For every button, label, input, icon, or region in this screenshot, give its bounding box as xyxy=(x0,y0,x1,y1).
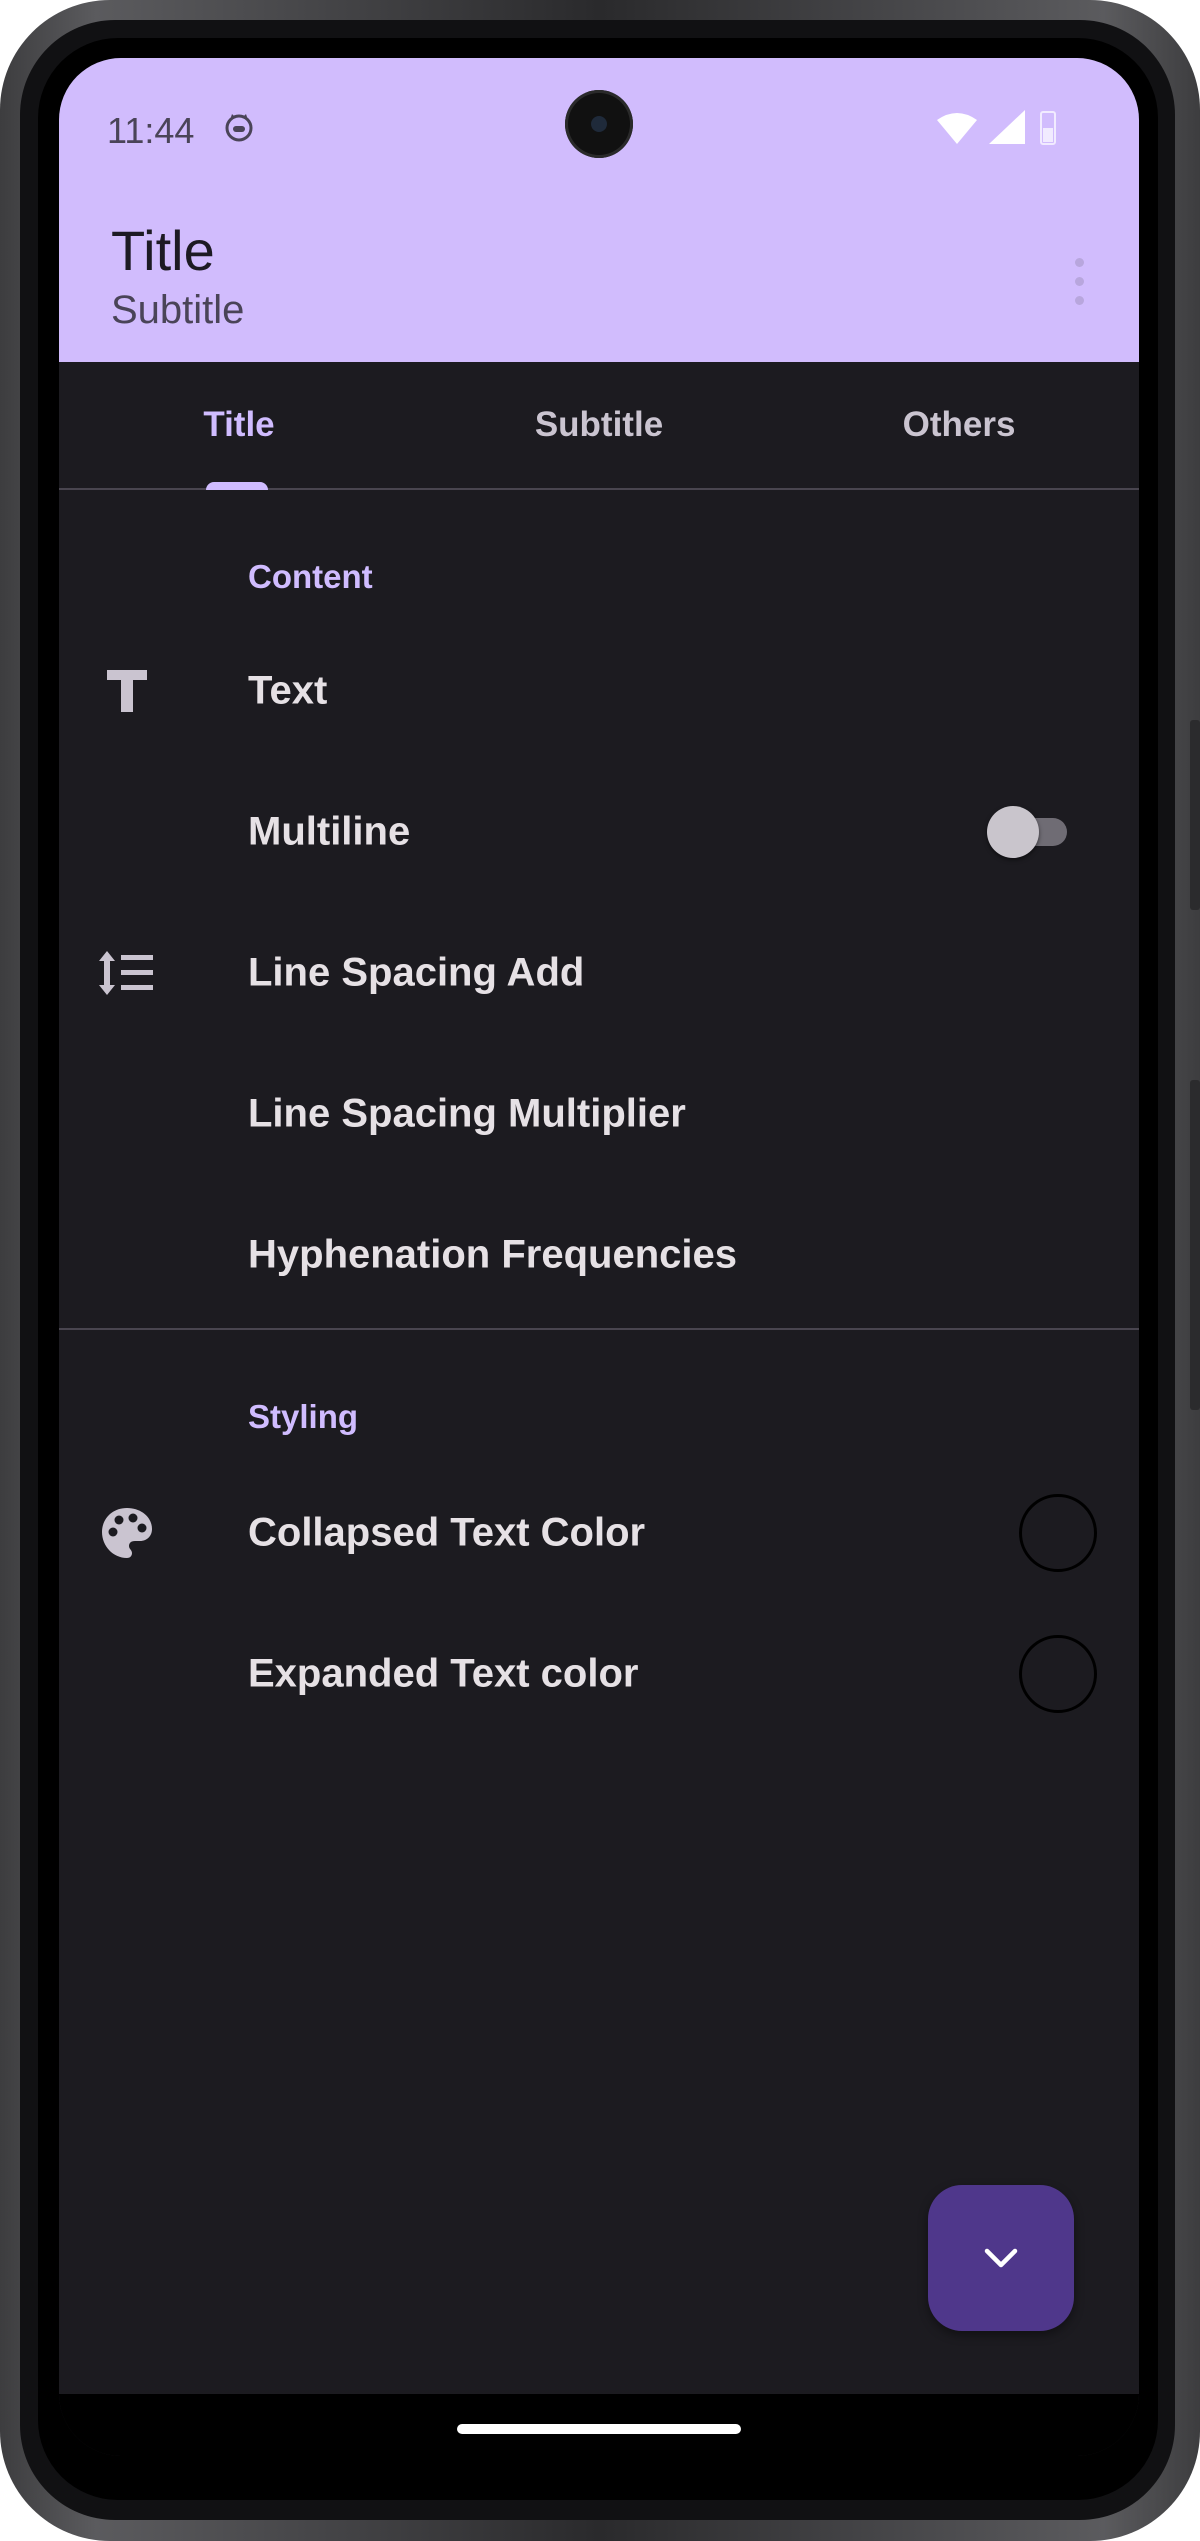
tab-others[interactable]: Others xyxy=(779,362,1139,488)
collapsed-color-swatch[interactable] xyxy=(1019,1494,1097,1572)
tab-subtitle[interactable]: Subtitle xyxy=(419,362,779,488)
expand-fab[interactable] xyxy=(928,2185,1074,2331)
wifi-icon xyxy=(937,113,977,144)
list-item-label: Line Spacing Multiplier xyxy=(248,1091,686,1136)
device-frame: 11:44 Title Subtitle Title Subtitle Othe… xyxy=(0,0,1200,2541)
expanded-color-swatch[interactable] xyxy=(1019,1635,1097,1713)
list-item-collapsed-text-color[interactable]: Collapsed Text Color xyxy=(59,1463,1139,1603)
palette-icon xyxy=(99,1505,155,1561)
list-item-text[interactable]: Text xyxy=(59,621,1139,761)
section-divider xyxy=(59,1328,1139,1330)
list-item-label: Text xyxy=(248,668,328,713)
section-header-content: Content xyxy=(248,558,373,595)
notification-cat-icon xyxy=(225,114,253,142)
cell-signal-icon xyxy=(989,110,1025,144)
tab-bar: Title Subtitle Others xyxy=(59,362,1139,490)
line-spacing-icon xyxy=(99,945,155,1001)
app-bar-title: Title xyxy=(111,219,215,282)
list-item-label: Collapsed Text Color xyxy=(248,1510,646,1555)
app-bar-subtitle: Subtitle xyxy=(111,288,245,332)
screen: 11:44 Title Subtitle Title Subtitle Othe… xyxy=(59,58,1139,2456)
overflow-menu-icon[interactable] xyxy=(1075,258,1087,310)
status-time: 11:44 xyxy=(107,110,195,151)
multiline-switch[interactable] xyxy=(987,806,1067,858)
list-item-label: Expanded Text color xyxy=(248,1651,639,1696)
list-item-line-spacing-multiplier[interactable]: Line Spacing Multiplier xyxy=(59,1044,1139,1184)
list-item-multiline[interactable]: Multiline xyxy=(59,762,1139,902)
volume-button xyxy=(1190,1080,1200,1410)
list-item-label: Line Spacing Add xyxy=(248,950,585,995)
list-item-label: Multiline xyxy=(248,809,411,854)
status-icons xyxy=(937,110,1056,145)
section-header-styling: Styling xyxy=(248,1398,359,1435)
home-gesture-handle[interactable] xyxy=(457,2424,741,2434)
chevron-down-icon xyxy=(984,2248,1018,2268)
text-format-icon xyxy=(99,663,155,719)
list-item-expanded-text-color[interactable]: Expanded Text color xyxy=(59,1604,1139,1744)
list-item-hyphenation-frequencies[interactable]: Hyphenation Frequencies xyxy=(59,1185,1139,1325)
top-app-bar: 11:44 Title Subtitle xyxy=(59,58,1139,362)
power-button xyxy=(1190,720,1200,910)
tab-title[interactable]: Title xyxy=(59,362,419,488)
tab-indicator xyxy=(206,482,268,490)
list-item-label: Hyphenation Frequencies xyxy=(248,1232,737,1277)
front-camera xyxy=(565,90,633,158)
list-item-line-spacing-add[interactable]: Line Spacing Add xyxy=(59,903,1139,1043)
